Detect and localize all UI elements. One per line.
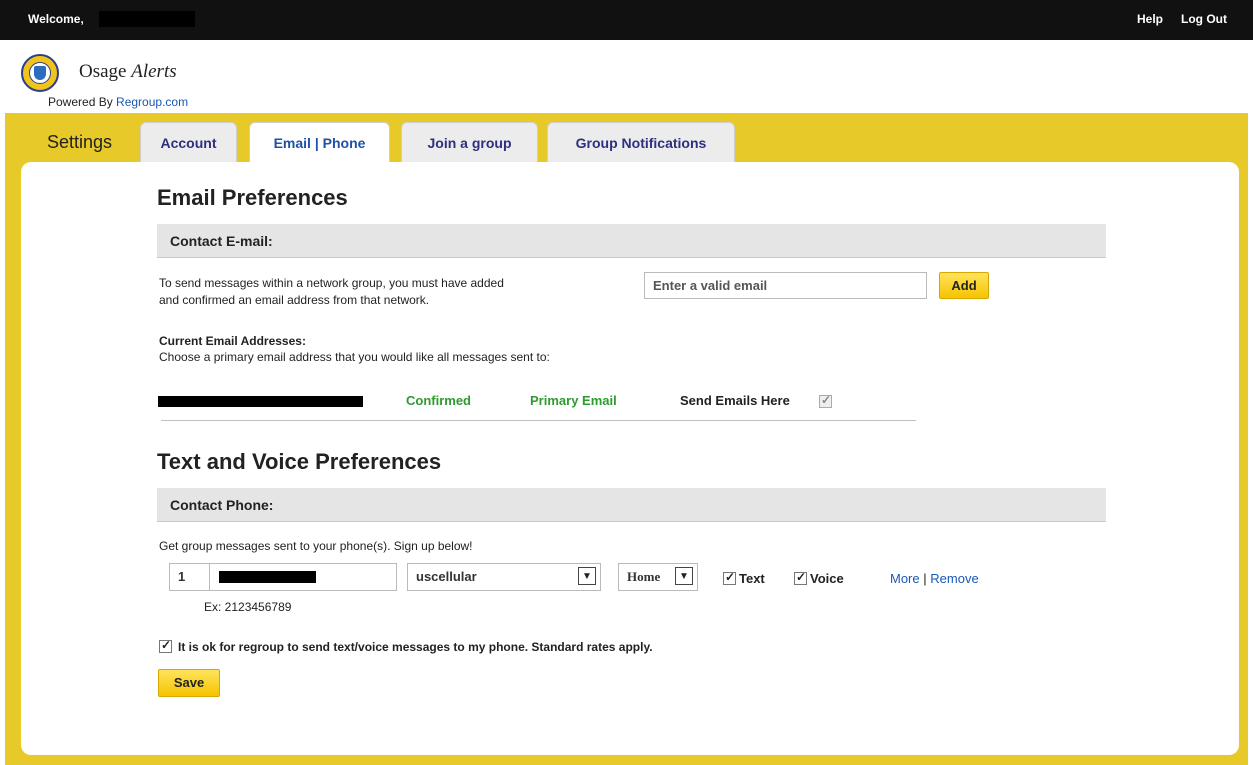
current-email-title: Current Email Addresses: <box>159 334 306 348</box>
text-voice-heading: Text and Voice Preferences <box>157 449 442 474</box>
carrier-select[interactable]: uscellular ▼ <box>407 563 601 591</box>
primary-email-label: Primary Email <box>530 393 617 408</box>
regroup-link[interactable]: Regroup.com <box>116 95 188 109</box>
tab-join-group[interactable]: Join a group <box>401 122 538 164</box>
tab-group-notifications[interactable]: Group Notifications <box>547 122 735 164</box>
settings-panel: Email Preferences Contact E-mail: To sen… <box>21 162 1239 755</box>
send-emails-here-checkbox[interactable] <box>819 393 832 408</box>
contact-email-title: Contact E-mail: <box>170 233 273 249</box>
osage-seal-logo-icon <box>21 54 59 92</box>
chevron-down-icon: ▼ <box>578 567 596 585</box>
email-preferences-heading: Email Preferences <box>157 185 348 210</box>
phone-type-value: Home <box>627 569 661 584</box>
tab-account[interactable]: Account <box>140 122 237 164</box>
voice-checkbox[interactable] <box>794 570 807 585</box>
settings-label: Settings <box>47 132 113 152</box>
carrier-value: uscellular <box>416 569 477 584</box>
email-status: Confirmed <box>406 393 471 408</box>
current-email-desc: Choose a primary email address that you … <box>159 350 550 364</box>
remove-link[interactable]: Remove <box>930 571 978 586</box>
redacted-username <box>99 11 195 27</box>
brand-name: Osage Alerts <box>79 61 177 83</box>
redacted-email-address <box>158 396 363 407</box>
actions-separator: | <box>923 571 927 586</box>
powered-by-label: Powered By <box>48 95 113 109</box>
top-bar: Welcome, Help Log Out <box>0 0 1253 40</box>
contact-email-bar: Contact E-mail: <box>157 224 1106 258</box>
email-row-divider <box>161 420 916 421</box>
consent-checkbox[interactable] <box>159 638 172 653</box>
consent-text: It is ok for regroup to send text/voice … <box>178 640 653 654</box>
help-link[interactable]: Help <box>1137 12 1163 26</box>
phone-actions: More | Remove <box>890 571 979 586</box>
phone-type-select[interactable]: Home ▼ <box>618 563 698 591</box>
voice-label: Voice <box>810 571 844 586</box>
logout-link[interactable]: Log Out <box>1181 12 1227 26</box>
contact-phone-title: Contact Phone: <box>170 497 274 513</box>
powered-by: Powered By Regroup.com <box>48 95 188 109</box>
phone-number-field[interactable] <box>209 563 397 591</box>
save-button[interactable]: Save <box>158 669 220 697</box>
email-instructions-line1: To send messages within a network group,… <box>159 276 504 290</box>
text-checkbox[interactable] <box>723 570 736 585</box>
email-instructions: To send messages within a network group,… <box>159 275 504 309</box>
send-emails-here-label: Send Emails Here <box>680 393 790 408</box>
settings-frame: Settings Account Email | Phone Join a gr… <box>5 113 1248 765</box>
add-email-button[interactable]: Add <box>939 272 989 299</box>
brand-name-suffix: Alerts <box>131 61 177 82</box>
more-link[interactable]: More <box>890 571 920 586</box>
text-label: Text <box>739 571 765 586</box>
tab-email-phone[interactable]: Email | Phone <box>249 122 390 166</box>
email-input[interactable] <box>644 272 927 299</box>
email-instructions-line2: and confirmed an email address from that… <box>159 293 430 307</box>
phone-example: Ex: 2123456789 <box>204 600 292 614</box>
country-code-field[interactable]: 1 <box>169 563 210 591</box>
phone-instructions: Get group messages sent to your phone(s)… <box>159 539 473 553</box>
chevron-down-icon: ▼ <box>675 567 693 585</box>
brand-name-prefix: Osage <box>79 61 127 82</box>
contact-phone-bar: Contact Phone: <box>157 488 1106 522</box>
welcome-text: Welcome, <box>28 12 84 26</box>
redacted-phone-number <box>219 571 316 583</box>
